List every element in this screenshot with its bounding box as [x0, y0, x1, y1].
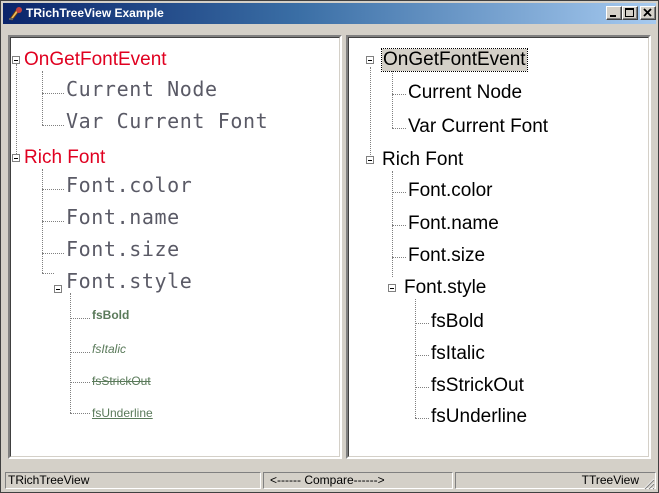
right-node-font-style[interactable]: Font.style [404, 277, 486, 299]
tree-line [42, 273, 54, 274]
tree-line [392, 225, 406, 226]
tree-line [415, 355, 429, 356]
tree-line [415, 299, 416, 418]
minimize-icon [610, 15, 616, 17]
close-button[interactable] [640, 6, 656, 20]
close-icon [643, 8, 652, 17]
tree-line [415, 323, 429, 324]
right-node-var-current-font[interactable]: Var Current Font [408, 116, 548, 138]
tree-line [392, 257, 406, 258]
status-panel-center: <------ Compare------> [263, 472, 453, 489]
status-panel-left: TRichTreeView [5, 472, 261, 489]
right-node-font-name[interactable]: Font.name [408, 213, 499, 235]
maximize-icon [625, 8, 634, 17]
expander-minus-icon[interactable] [366, 56, 374, 64]
tree-line [392, 71, 393, 128]
tree-line [70, 352, 90, 353]
left-node-var-current-font[interactable]: Var Current Font [66, 110, 268, 132]
tree-line [70, 413, 90, 414]
left-node-font-size[interactable]: Font.size [66, 238, 180, 260]
left-node-fsunderline[interactable]: fsUnderline [92, 406, 153, 420]
tree-line [42, 189, 64, 190]
maximize-button[interactable] [622, 6, 638, 20]
right-node-font-color[interactable]: Font.color [408, 180, 492, 202]
right-node-fsstrickout[interactable]: fsStrickOut [431, 375, 524, 397]
tree-line [70, 382, 90, 383]
expander-minus-icon[interactable] [12, 154, 20, 162]
tree-line [42, 221, 64, 222]
size-grip-icon[interactable] [643, 478, 655, 490]
rich-tree-view[interactable]: OnGetFontEvent Current Node Var Current … [8, 35, 342, 459]
left-node-font-name[interactable]: Font.name [66, 206, 180, 228]
tree-line [70, 318, 90, 319]
status-panel-right: TTreeView [455, 472, 656, 489]
tree-line [42, 71, 43, 125]
left-root-rich-font[interactable]: Rich Font [24, 147, 105, 169]
tree-line [392, 128, 406, 129]
tree-line [42, 125, 64, 126]
left-node-current-node[interactable]: Current Node [66, 78, 218, 100]
expander-minus-icon[interactable] [366, 156, 374, 164]
title-bar[interactable]: TRichTreeView Example [3, 3, 656, 24]
expander-minus-icon[interactable] [12, 56, 20, 64]
right-root-rich-font[interactable]: Rich Font [382, 149, 463, 171]
right-node-current-node[interactable]: Current Node [408, 82, 522, 104]
status-bar: TRichTreeView <------ Compare------> TTr… [3, 469, 656, 491]
tree-line [415, 387, 429, 388]
right-node-fsbold[interactable]: fsBold [431, 311, 484, 333]
tree-line [415, 418, 429, 419]
status-left-text: TRichTreeView [8, 473, 90, 487]
left-root-ongetfontevent[interactable]: OnGetFontEvent [24, 49, 167, 71]
app-icon [9, 7, 22, 21]
tree-line [42, 93, 64, 94]
left-node-fsbold[interactable]: fsBold [92, 308, 129, 322]
tree-line [370, 67, 371, 163]
right-node-font-size[interactable]: Font.size [408, 245, 485, 267]
tree-line [42, 253, 64, 254]
minimize-button[interactable] [606, 6, 622, 20]
app-window: TRichTreeView Example OnGetFontEvent Cur… [0, 0, 659, 493]
left-node-fsitalic[interactable]: fsItalic [92, 342, 126, 356]
tree-view[interactable]: OnGetFontEvent Current Node Var Current … [346, 35, 651, 459]
right-root-ongetfontevent[interactable]: OnGetFontEvent [381, 48, 528, 72]
tree-line [392, 192, 406, 193]
left-node-fsstrickout[interactable]: fsStrickOut [92, 374, 151, 388]
window-title: TRichTreeView Example [26, 6, 164, 20]
tree-line [392, 94, 406, 95]
left-node-font-style[interactable]: Font.style [66, 270, 192, 292]
tree-line [70, 293, 71, 413]
tree-line [392, 171, 393, 277]
expander-minus-icon[interactable] [388, 284, 396, 292]
status-right-text: TTreeView [581, 473, 639, 487]
left-node-font-color[interactable]: Font.color [66, 174, 192, 196]
right-node-fsitalic[interactable]: fsItalic [431, 343, 485, 365]
right-node-fsunderline[interactable]: fsUnderline [431, 406, 527, 428]
tree-line [16, 64, 17, 158]
status-center-text: <------ Compare------> [270, 473, 385, 487]
expander-minus-icon[interactable] [54, 285, 62, 293]
